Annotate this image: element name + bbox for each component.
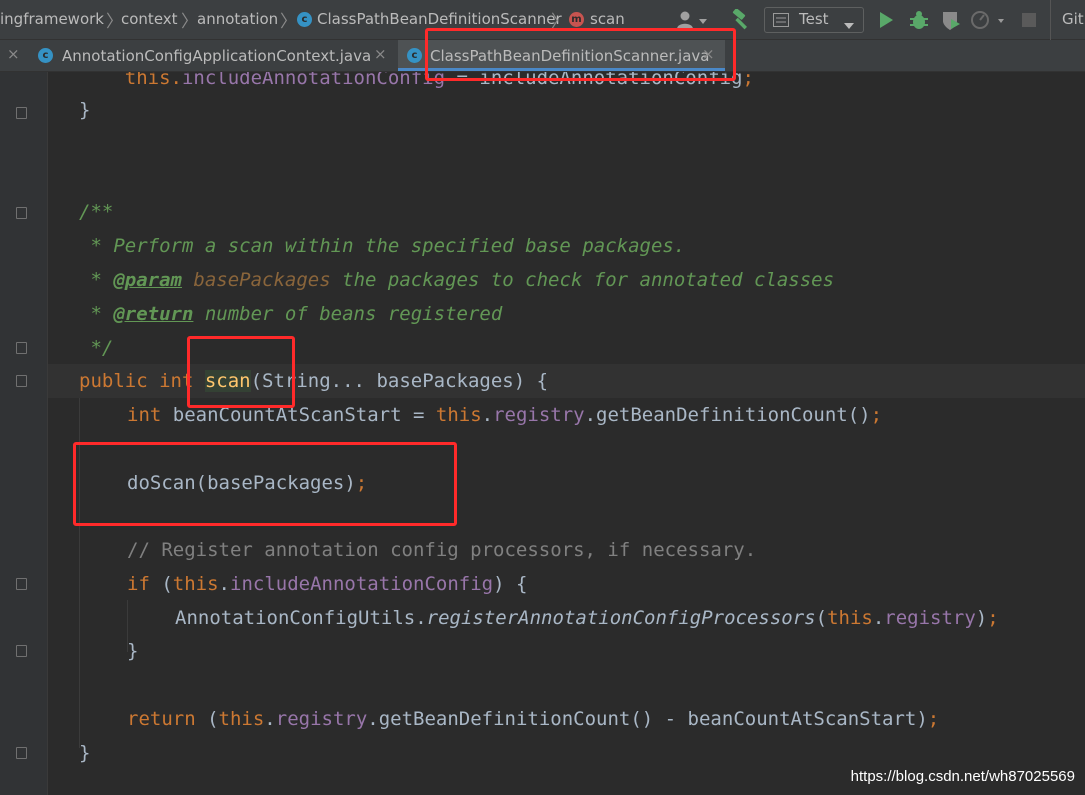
code-token: int: [127, 404, 162, 426]
fold-marker-icon[interactable]: [16, 342, 27, 354]
code-token: .: [264, 708, 276, 730]
code-token: registry: [275, 708, 368, 730]
javadoc-return: * @return number of beans registered: [79, 297, 502, 331]
coverage-shield-icon[interactable]: [940, 10, 962, 36]
toolbar-divider: [1050, 0, 1051, 40]
code-token: ;: [870, 404, 883, 426]
code-token: includeAnnotationConfig: [181, 72, 446, 89]
code-token: @return: [113, 303, 194, 325]
code-token: this: [435, 404, 482, 426]
fold-marker-icon[interactable]: [16, 107, 27, 119]
breadcrumb-separator-icon: 〉: [181, 12, 198, 32]
code-line: return (this.registry.getBeanDefinitionC…: [127, 702, 939, 736]
javadoc-param: * @param basePackages the packages to ch…: [79, 263, 834, 297]
code-token: (: [149, 573, 173, 595]
code-token: .: [218, 573, 230, 595]
debug-bug-icon[interactable]: [908, 9, 930, 35]
code-token: ;: [742, 72, 754, 89]
breadcrumb-separator-icon: 〉: [280, 12, 297, 32]
code-token: this: [218, 708, 265, 730]
run-config-icon: [773, 13, 789, 31]
code-token: public int: [79, 370, 205, 392]
close-icon[interactable]: ×: [374, 45, 387, 63]
code-token: ): [975, 607, 988, 629]
code-token: if: [127, 573, 150, 595]
class-icon: c: [38, 48, 53, 63]
profiler-icon[interactable]: [970, 10, 1004, 36]
code-token: this.: [79, 72, 182, 89]
breadcrumb-item-context[interactable]: context: [121, 10, 178, 28]
class-icon: c: [407, 48, 422, 63]
code-token: number of beans registered: [193, 303, 503, 325]
breadcrumb-item-annotation[interactable]: annotation: [197, 10, 278, 28]
class-icon: c: [297, 12, 312, 27]
tab-annotation-config-application-context[interactable]: c AnnotationConfigApplicationContext.jav…: [28, 40, 398, 71]
code-token: .: [872, 607, 885, 629]
close-icon[interactable]: ×: [7, 45, 20, 63]
breadcrumb-item-method[interactable]: scan: [590, 10, 625, 28]
breadcrumb-item-springframework[interactable]: ingframework: [0, 10, 104, 28]
code-line: }: [79, 742, 91, 764]
code-token: AnnotationConfigUtils.: [175, 607, 427, 629]
code-line: AnnotationConfigUtils.registerAnnotation…: [175, 601, 999, 635]
run-configuration-select[interactable]: Test: [764, 7, 864, 33]
code-token: ;: [987, 607, 999, 629]
code-token: this: [172, 573, 219, 595]
code-token: .getBeanDefinitionCount() - beanCountAtS…: [367, 708, 928, 730]
code-token: includeAnnotationConfig: [230, 573, 494, 595]
code-token: return: [127, 708, 196, 730]
code-token: registerAnnotationConfigProcessors: [426, 607, 816, 629]
fold-marker-icon[interactable]: [16, 747, 27, 759]
watermark: https://blog.csdn.net/wh87025569: [850, 768, 1075, 785]
code-token: @param: [113, 269, 182, 291]
code-token: this: [827, 607, 873, 629]
git-label[interactable]: Git:: [1062, 10, 1085, 28]
fold-marker-icon[interactable]: [16, 207, 27, 219]
editor-gutter: [0, 72, 48, 795]
code-token: *: [79, 269, 114, 291]
code-token: basePackages: [193, 269, 331, 291]
code-token: registry: [884, 607, 976, 629]
code-line: }: [127, 640, 139, 662]
code-token: .getBeanDefinitionCount(): [584, 404, 871, 426]
chevron-down-icon: [843, 16, 855, 34]
code-token: .: [481, 404, 494, 426]
code-line: }: [79, 99, 91, 121]
highlight-box-tab: [425, 28, 736, 81]
fold-marker-icon[interactable]: [16, 375, 27, 387]
code-token: (: [815, 607, 828, 629]
tab-label: AnnotationConfigApplicationContext.java: [62, 47, 372, 65]
javadoc-close: */: [79, 337, 114, 359]
code-token: (: [195, 708, 219, 730]
method-icon: m: [569, 12, 584, 27]
code-token: the packages to check for annotated clas…: [330, 269, 835, 291]
highlight-box-doscan: [73, 442, 457, 526]
code-editor[interactable]: this.includeAnnotationConfig = includeAn…: [0, 72, 1085, 795]
code-token: ) {: [493, 573, 528, 595]
javadoc-description: * Perform a scan within the specified ba…: [79, 235, 686, 257]
code-line: if (this.includeAnnotationConfig) {: [127, 567, 527, 601]
javadoc-open: /**: [79, 201, 114, 223]
code-token: ;: [927, 708, 940, 730]
code-token: registry: [493, 404, 585, 426]
breadcrumb-item-class[interactable]: ClassPathBeanDefinitionScanner: [317, 10, 562, 28]
highlight-box-scan: [187, 336, 295, 408]
fold-marker-icon[interactable]: [16, 645, 27, 657]
fold-marker-icon[interactable]: [16, 578, 27, 590]
stop-icon[interactable]: [1022, 13, 1036, 31]
run-config-label: Test: [799, 10, 829, 28]
code-comment: // Register annotation config processors…: [127, 539, 757, 561]
code-token: (String... basePackages) {: [250, 370, 549, 392]
run-icon[interactable]: [878, 11, 894, 33]
method-signature: public int scan(String... basePackages) …: [79, 364, 548, 398]
code-token: *: [79, 303, 114, 325]
